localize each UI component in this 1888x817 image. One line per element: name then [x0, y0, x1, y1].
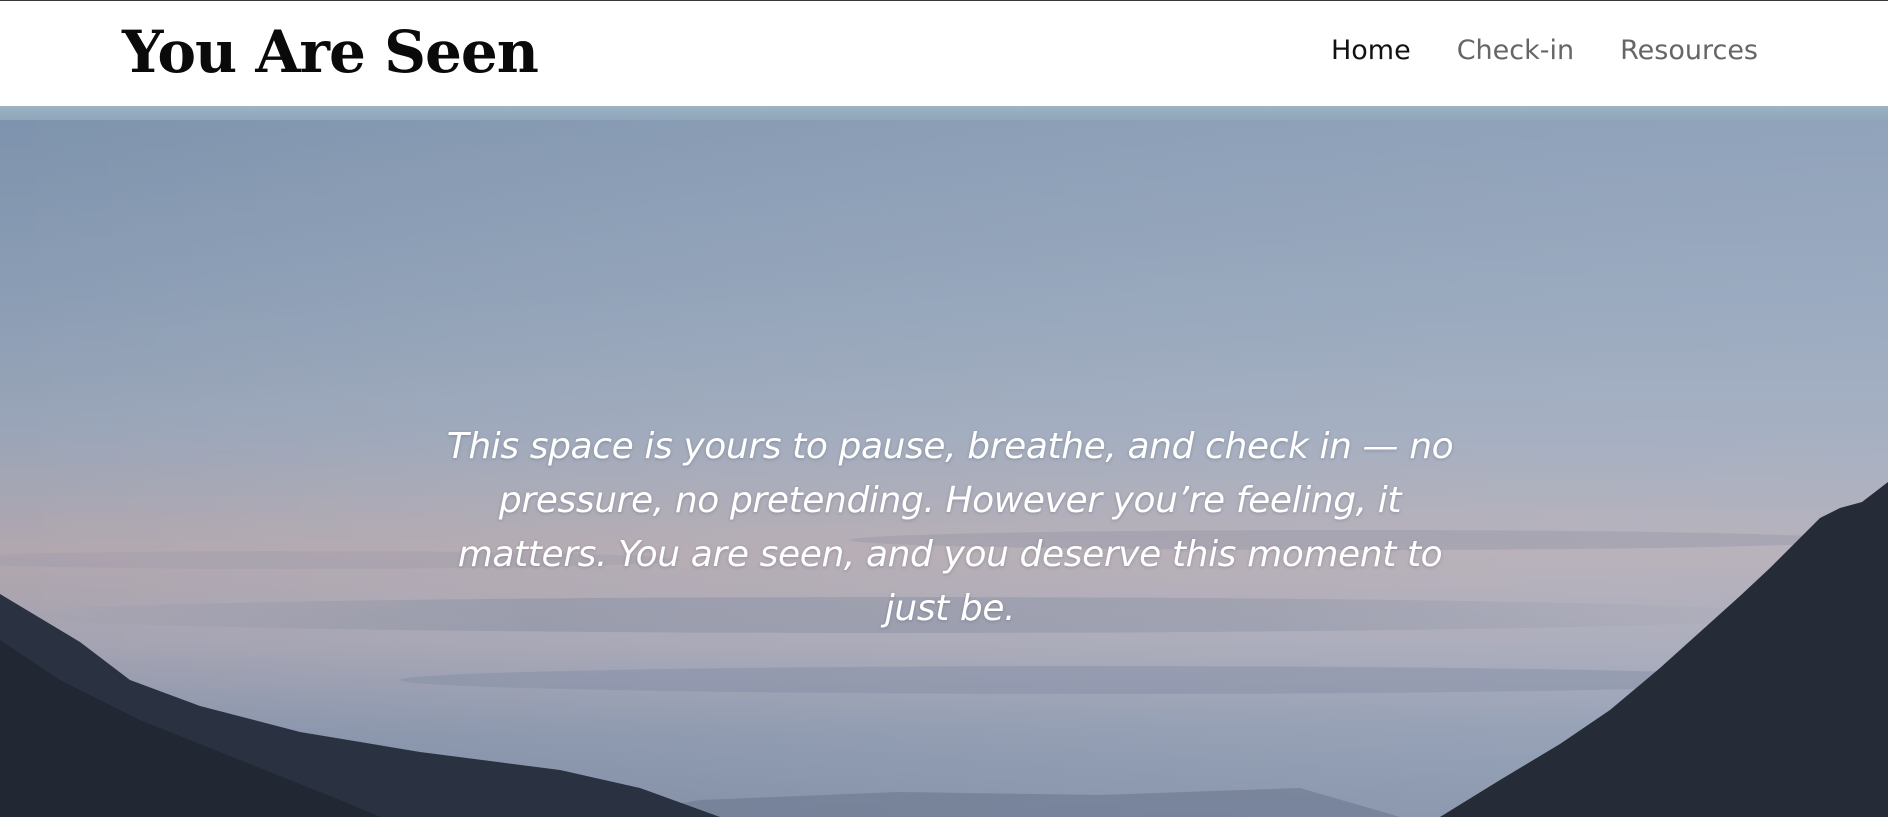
hero-section: This space is yours to pause, breathe, a… [0, 120, 1888, 817]
site-title[interactable]: You Are Seen [122, 23, 539, 81]
nav-home[interactable]: Home [1331, 37, 1411, 64]
site-header: You Are Seen Home Check-in Resources [0, 1, 1888, 106]
main-nav: Home Check-in Resources [1285, 37, 1758, 64]
header-shadow [0, 106, 1888, 120]
nav-resources[interactable]: Resources [1620, 37, 1758, 64]
nav-check-in[interactable]: Check-in [1457, 37, 1574, 64]
hero-message: This space is yours to pause, breathe, a… [446, 426, 1454, 629]
